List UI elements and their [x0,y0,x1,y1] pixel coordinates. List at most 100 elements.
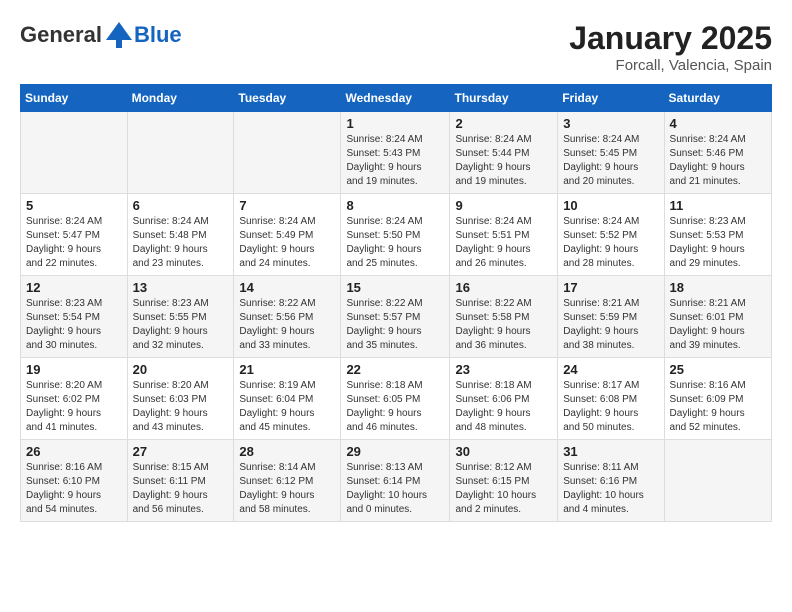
calendar-cell: 28 Sunrise: 8:14 AM Sunset: 6:12 PM Dayli… [234,440,341,522]
cell-info: Sunrise: 8:16 AM Sunset: 6:09 PM Dayligh… [670,379,766,435]
day-number: 28 [239,444,335,459]
day-number: 27 [133,444,229,459]
day-number: 14 [239,280,335,295]
header-day-wednesday: Wednesday [341,85,450,112]
calendar-cell: 9 Sunrise: 8:24 AM Sunset: 5:51 PM Daylig… [450,194,558,276]
calendar-cell: 7 Sunrise: 8:24 AM Sunset: 5:49 PM Daylig… [234,194,341,276]
day-number: 4 [670,116,766,131]
cell-info: Sunrise: 8:24 AM Sunset: 5:45 PM Dayligh… [563,133,658,189]
calendar-week-row: 12 Sunrise: 8:23 AM Sunset: 5:54 PM Dayli… [21,276,772,358]
logo-general-text: General [20,22,102,48]
day-number: 13 [133,280,229,295]
day-number: 9 [455,198,552,213]
month-title: January 2025 [569,20,772,57]
calendar-cell: 18 Sunrise: 8:21 AM Sunset: 6:01 PM Dayli… [664,276,771,358]
cell-info: Sunrise: 8:24 AM Sunset: 5:49 PM Dayligh… [239,215,335,271]
day-number: 7 [239,198,335,213]
header-day-thursday: Thursday [450,85,558,112]
calendar-cell: 3 Sunrise: 8:24 AM Sunset: 5:45 PM Daylig… [558,112,664,194]
calendar-cell: 15Sunrise: 8:22 AM Sunset: 5:57 PM Dayli… [341,276,450,358]
calendar-cell: 14 Sunrise: 8:22 AM Sunset: 5:56 PM Dayli… [234,276,341,358]
cell-info: Sunrise: 8:23 AM Sunset: 5:55 PM Dayligh… [133,297,229,353]
cell-info: Sunrise: 8:22 AM Sunset: 5:58 PM Dayligh… [455,297,552,353]
calendar-cell: 10 Sunrise: 8:24 AM Sunset: 5:52 PM Dayli… [558,194,664,276]
day-number: 30 [455,444,552,459]
day-number: 26 [26,444,122,459]
cell-info: Sunrise: 8:21 AM Sunset: 5:59 PM Dayligh… [563,297,658,353]
calendar-week-row: 1 Sunrise: 8:24 AM Sunset: 5:43 PM Daylig… [21,112,772,194]
cell-info: Sunrise: 8:24 AM Sunset: 5:46 PM Dayligh… [670,133,766,189]
calendar-cell: 26 Sunrise: 8:16 AM Sunset: 6:10 PM Dayli… [21,440,128,522]
day-number: 3 [563,116,658,131]
cell-info: Sunrise: 8:11 AM Sunset: 6:16 PM Dayligh… [563,461,658,517]
day-number: 5 [26,198,122,213]
calendar-cell: 16 Sunrise: 8:22 AM Sunset: 5:58 PM Dayli… [450,276,558,358]
calendar-cell [664,440,771,522]
day-number: 24 [563,362,658,377]
cell-info: Sunrise: 8:15 AM Sunset: 6:11 PM Dayligh… [133,461,229,517]
calendar-cell [21,112,128,194]
day-number: 10 [563,198,658,213]
title-block: January 2025 Forcall, Valencia, Spain [569,20,772,74]
cell-info: Sunrise: 8:23 AM Sunset: 5:54 PM Dayligh… [26,297,122,353]
cell-info: Sunrise: 8:24 AM Sunset: 5:43 PM Dayligh… [346,133,444,189]
calendar-cell: 2Sunrise: 8:24 AM Sunset: 5:44 PM Daylig… [450,112,558,194]
logo-icon [104,20,134,50]
cell-info: Sunrise: 8:22 AM Sunset: 5:56 PM Dayligh… [239,297,335,353]
calendar-cell: 25 Sunrise: 8:16 AM Sunset: 6:09 PM Dayli… [664,358,771,440]
calendar-cell: 20Sunrise: 8:20 AM Sunset: 6:03 PM Dayli… [127,358,234,440]
cell-info: Sunrise: 8:24 AM Sunset: 5:50 PM Dayligh… [346,215,444,271]
cell-info: Sunrise: 8:24 AM Sunset: 5:52 PM Dayligh… [563,215,658,271]
header-day-friday: Friday [558,85,664,112]
day-number: 20 [133,362,229,377]
cell-info: Sunrise: 8:24 AM Sunset: 5:47 PM Dayligh… [26,215,122,271]
calendar-cell: 23Sunrise: 8:18 AM Sunset: 6:06 PM Dayli… [450,358,558,440]
day-number: 19 [26,362,122,377]
day-number: 6 [133,198,229,213]
header-day-sunday: Sunday [21,85,128,112]
cell-info: Sunrise: 8:16 AM Sunset: 6:10 PM Dayligh… [26,461,122,517]
calendar-cell: 31Sunrise: 8:11 AM Sunset: 6:16 PM Dayli… [558,440,664,522]
cell-info: Sunrise: 8:20 AM Sunset: 6:02 PM Dayligh… [26,379,122,435]
day-number: 12 [26,280,122,295]
cell-info: Sunrise: 8:24 AM Sunset: 5:48 PM Dayligh… [133,215,229,271]
logo-blue-text: Blue [134,22,182,48]
header-day-monday: Monday [127,85,234,112]
calendar-cell: 21 Sunrise: 8:19 AM Sunset: 6:04 PM Dayli… [234,358,341,440]
logo: General Blue [20,20,182,50]
calendar-table: SundayMondayTuesdayWednesdayThursdayFrid… [20,84,772,522]
day-number: 21 [239,362,335,377]
calendar-cell: 4 Sunrise: 8:24 AM Sunset: 5:46 PM Daylig… [664,112,771,194]
cell-info: Sunrise: 8:24 AM Sunset: 5:44 PM Dayligh… [455,133,552,189]
calendar-week-row: 5 Sunrise: 8:24 AM Sunset: 5:47 PM Daylig… [21,194,772,276]
cell-info: Sunrise: 8:19 AM Sunset: 6:04 PM Dayligh… [239,379,335,435]
cell-info: Sunrise: 8:13 AM Sunset: 6:14 PM Dayligh… [346,461,444,517]
day-number: 16 [455,280,552,295]
page-header: General Blue January 2025 Forcall, Valen… [20,20,772,74]
calendar-cell: 6 Sunrise: 8:24 AM Sunset: 5:48 PM Daylig… [127,194,234,276]
header-day-tuesday: Tuesday [234,85,341,112]
cell-info: Sunrise: 8:17 AM Sunset: 6:08 PM Dayligh… [563,379,658,435]
day-number: 1 [346,116,444,131]
day-number: 8 [346,198,444,213]
cell-info: Sunrise: 8:18 AM Sunset: 6:06 PM Dayligh… [455,379,552,435]
cell-info: Sunrise: 8:12 AM Sunset: 6:15 PM Dayligh… [455,461,552,517]
calendar-cell: 29Sunrise: 8:13 AM Sunset: 6:14 PM Dayli… [341,440,450,522]
cell-info: Sunrise: 8:21 AM Sunset: 6:01 PM Dayligh… [670,297,766,353]
cell-info: Sunrise: 8:23 AM Sunset: 5:53 PM Dayligh… [670,215,766,271]
day-number: 11 [670,198,766,213]
calendar-cell: 22Sunrise: 8:18 AM Sunset: 6:05 PM Dayli… [341,358,450,440]
cell-info: Sunrise: 8:22 AM Sunset: 5:57 PM Dayligh… [346,297,444,353]
day-number: 25 [670,362,766,377]
calendar-cell: 19 Sunrise: 8:20 AM Sunset: 6:02 PM Dayli… [21,358,128,440]
day-number: 18 [670,280,766,295]
cell-info: Sunrise: 8:18 AM Sunset: 6:05 PM Dayligh… [346,379,444,435]
calendar-cell [127,112,234,194]
calendar-cell: 5 Sunrise: 8:24 AM Sunset: 5:47 PM Daylig… [21,194,128,276]
calendar-cell: 11 Sunrise: 8:23 AM Sunset: 5:53 PM Dayli… [664,194,771,276]
cell-info: Sunrise: 8:14 AM Sunset: 6:12 PM Dayligh… [239,461,335,517]
calendar-cell: 17Sunrise: 8:21 AM Sunset: 5:59 PM Dayli… [558,276,664,358]
calendar-cell: 12 Sunrise: 8:23 AM Sunset: 5:54 PM Dayli… [21,276,128,358]
header-day-saturday: Saturday [664,85,771,112]
cell-info: Sunrise: 8:24 AM Sunset: 5:51 PM Dayligh… [455,215,552,271]
